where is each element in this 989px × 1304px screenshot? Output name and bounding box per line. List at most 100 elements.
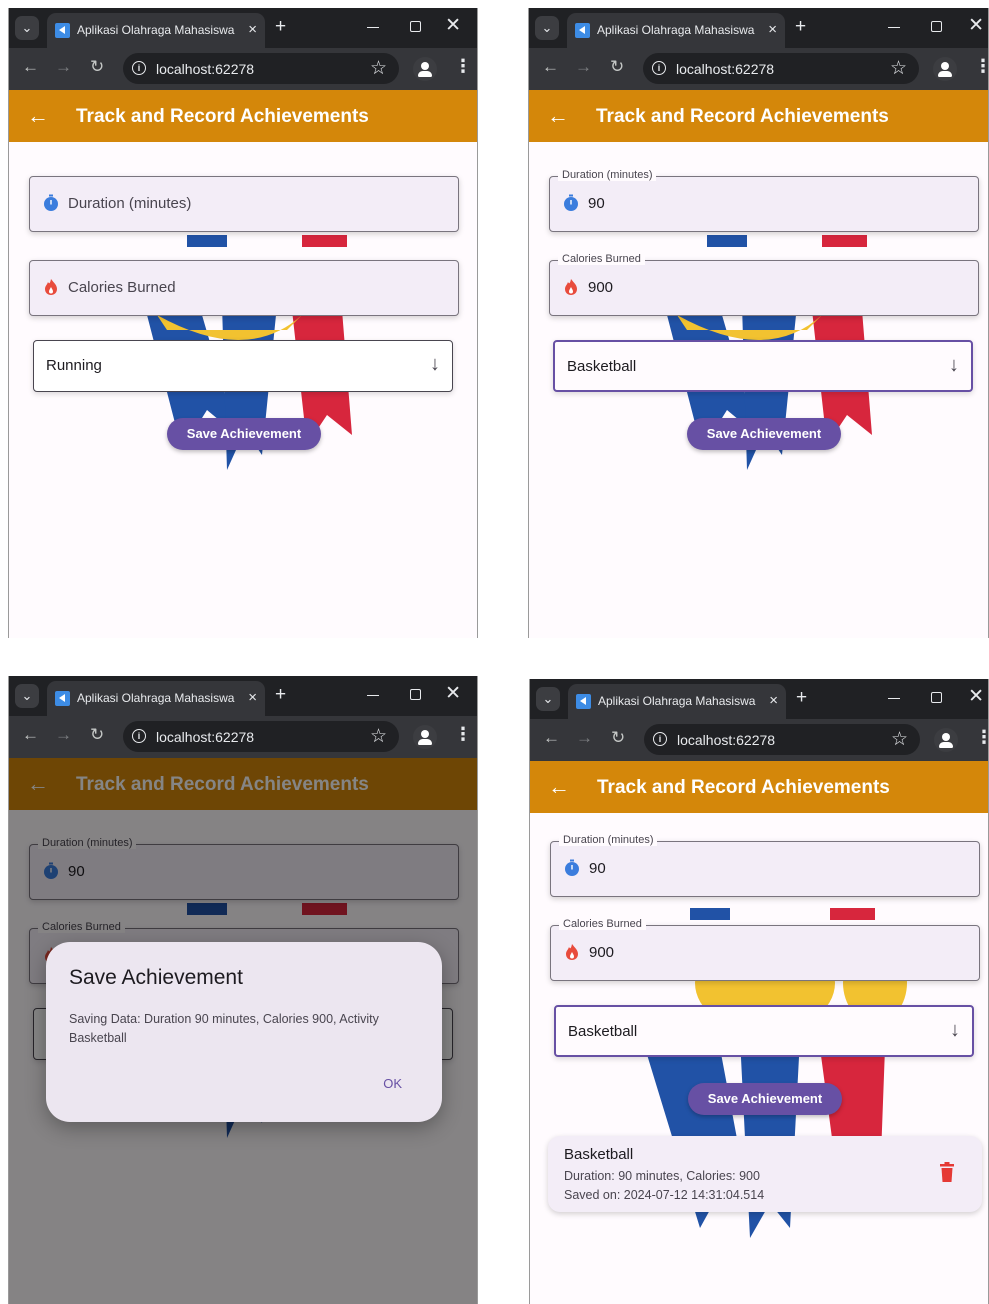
- form-content: Duration (minutes) Calories Burned Runni…: [9, 142, 477, 638]
- save-achievement-button[interactable]: Save Achievement: [167, 418, 321, 450]
- menu-icon[interactable]: ⋮: [974, 56, 988, 77]
- duration-label: Duration (minutes): [559, 834, 658, 846]
- activity-dropdown[interactable]: Running ↓: [33, 340, 453, 392]
- profile-icon[interactable]: [413, 725, 437, 749]
- site-info-icon[interactable]: i: [132, 61, 146, 75]
- address-bar[interactable]: i localhost:62278 ☆: [643, 53, 919, 84]
- activity-selected: Basketball: [567, 358, 637, 375]
- star-icon[interactable]: ☆: [370, 57, 387, 80]
- new-tab-button[interactable]: +: [796, 687, 807, 709]
- site-info-icon[interactable]: i: [653, 732, 667, 746]
- save-achievement-button[interactable]: Save Achievement: [688, 1083, 842, 1115]
- url-text: localhost:62278: [156, 61, 255, 77]
- window-close-icon[interactable]: ✕: [445, 682, 461, 705]
- calories-field[interactable]: Calories Burned 900: [550, 918, 980, 981]
- reload-icon[interactable]: ↻: [90, 57, 104, 77]
- menu-icon[interactable]: ⋮: [454, 724, 472, 745]
- forward-icon[interactable]: →: [55, 57, 72, 77]
- maximize-icon[interactable]: [410, 689, 421, 700]
- activity-dropdown[interactable]: Basketball ↓: [553, 340, 973, 392]
- calories-value: 900: [588, 279, 614, 296]
- arrow-back-icon[interactable]: ←: [548, 774, 570, 800]
- forward-icon[interactable]: →: [55, 725, 72, 745]
- arrow-down-icon: ↓: [430, 353, 440, 375]
- screen-initial: ⌄ Aplikasi Olahraga Mahasiswa × + ✕ ← → …: [8, 8, 478, 638]
- minimize-icon[interactable]: [367, 695, 379, 696]
- forward-icon[interactable]: →: [575, 57, 592, 77]
- close-tab-icon[interactable]: ×: [768, 21, 777, 38]
- close-tab-icon[interactable]: ×: [248, 689, 257, 706]
- profile-icon[interactable]: [933, 57, 957, 81]
- maximize-icon[interactable]: [931, 692, 942, 703]
- browser-tab[interactable]: Aplikasi Olahraga Mahasiswa ×: [568, 684, 786, 719]
- profile-icon[interactable]: [413, 57, 437, 81]
- star-icon[interactable]: ☆: [890, 57, 907, 80]
- activity-dropdown[interactable]: Basketball ↓: [554, 1005, 974, 1057]
- profile-icon[interactable]: [934, 728, 958, 752]
- window-close-icon[interactable]: ✕: [445, 14, 461, 37]
- tab-title: Aplikasi Olahraga Mahasiswa: [77, 23, 235, 37]
- forward-icon[interactable]: →: [576, 728, 593, 748]
- window-close-icon[interactable]: ✕: [968, 685, 984, 708]
- reload-icon[interactable]: ↻: [611, 728, 625, 748]
- duration-field[interactable]: Duration (minutes) 90: [550, 834, 980, 897]
- url-text: localhost:62278: [677, 732, 776, 748]
- browser-tab[interactable]: Aplikasi Olahraga Mahasiswa ×: [567, 13, 785, 48]
- browser-tab[interactable]: Aplikasi Olahraga Mahasiswa ×: [47, 13, 265, 48]
- minimize-icon[interactable]: [367, 27, 379, 28]
- calories-placeholder: Calories Burned: [68, 279, 176, 296]
- close-tab-icon[interactable]: ×: [248, 21, 257, 38]
- fire-icon: [45, 279, 57, 295]
- chevron-down-icon: ⌄: [21, 688, 33, 703]
- url-text: localhost:62278: [676, 61, 775, 77]
- tab-title: Aplikasi Olahraga Mahasiswa: [598, 694, 756, 708]
- menu-icon[interactable]: ⋮: [454, 56, 472, 77]
- tab-search-button[interactable]: ⌄: [536, 687, 560, 711]
- app-bar: ← Track and Record Achievements: [9, 90, 477, 142]
- window-close-icon[interactable]: ✕: [968, 14, 984, 37]
- duration-field[interactable]: Duration (minutes) 90: [549, 169, 979, 232]
- back-icon[interactable]: ←: [22, 725, 39, 745]
- address-bar[interactable]: i localhost:62278 ☆: [644, 724, 920, 755]
- maximize-icon[interactable]: [931, 21, 942, 32]
- browser-tab[interactable]: Aplikasi Olahraga Mahasiswa ×: [47, 681, 265, 716]
- new-tab-button[interactable]: +: [275, 684, 286, 706]
- back-icon[interactable]: ←: [543, 728, 560, 748]
- minimize-icon[interactable]: [888, 698, 900, 699]
- minimize-icon[interactable]: [888, 27, 900, 28]
- tab-title: Aplikasi Olahraga Mahasiswa: [77, 691, 235, 705]
- duration-value: 90: [589, 860, 606, 877]
- back-icon[interactable]: ←: [542, 57, 559, 77]
- timer-icon: [565, 859, 579, 876]
- dialog-ok-button[interactable]: OK: [383, 1076, 402, 1091]
- save-achievement-button[interactable]: Save Achievement: [687, 418, 841, 450]
- tab-search-button[interactable]: ⌄: [15, 16, 39, 40]
- address-bar[interactable]: i localhost:62278 ☆: [123, 721, 399, 752]
- reload-icon[interactable]: ↻: [610, 57, 624, 77]
- menu-icon[interactable]: ⋮: [975, 727, 988, 748]
- star-icon[interactable]: ☆: [891, 728, 908, 751]
- maximize-icon[interactable]: [410, 21, 421, 32]
- arrow-back-icon[interactable]: ←: [27, 103, 49, 129]
- star-icon[interactable]: ☆: [370, 725, 387, 748]
- url-text: localhost:62278: [156, 729, 255, 745]
- site-info-icon[interactable]: i: [652, 61, 666, 75]
- reload-icon[interactable]: ↻: [90, 725, 104, 745]
- back-icon[interactable]: ←: [22, 57, 39, 77]
- delete-icon[interactable]: [940, 1162, 954, 1182]
- chevron-down-icon: ⌄: [21, 20, 33, 35]
- close-tab-icon[interactable]: ×: [769, 692, 778, 709]
- calories-label: Calories Burned: [559, 918, 646, 930]
- arrow-back-icon[interactable]: ←: [547, 103, 569, 129]
- address-bar[interactable]: i localhost:62278 ☆: [123, 53, 399, 84]
- calories-field[interactable]: Calories Burned: [29, 260, 459, 316]
- new-tab-button[interactable]: +: [795, 16, 806, 38]
- site-info-icon[interactable]: i: [132, 729, 146, 743]
- duration-field[interactable]: Duration (minutes): [29, 176, 459, 232]
- tab-search-button[interactable]: ⌄: [535, 16, 559, 40]
- tab-search-button[interactable]: ⌄: [15, 684, 39, 708]
- new-tab-button[interactable]: +: [275, 16, 286, 38]
- calories-field[interactable]: Calories Burned 900: [549, 253, 979, 316]
- fire-icon: [566, 944, 578, 960]
- tab-strip: ⌄ Aplikasi Olahraga Mahasiswa × + ✕: [9, 676, 477, 716]
